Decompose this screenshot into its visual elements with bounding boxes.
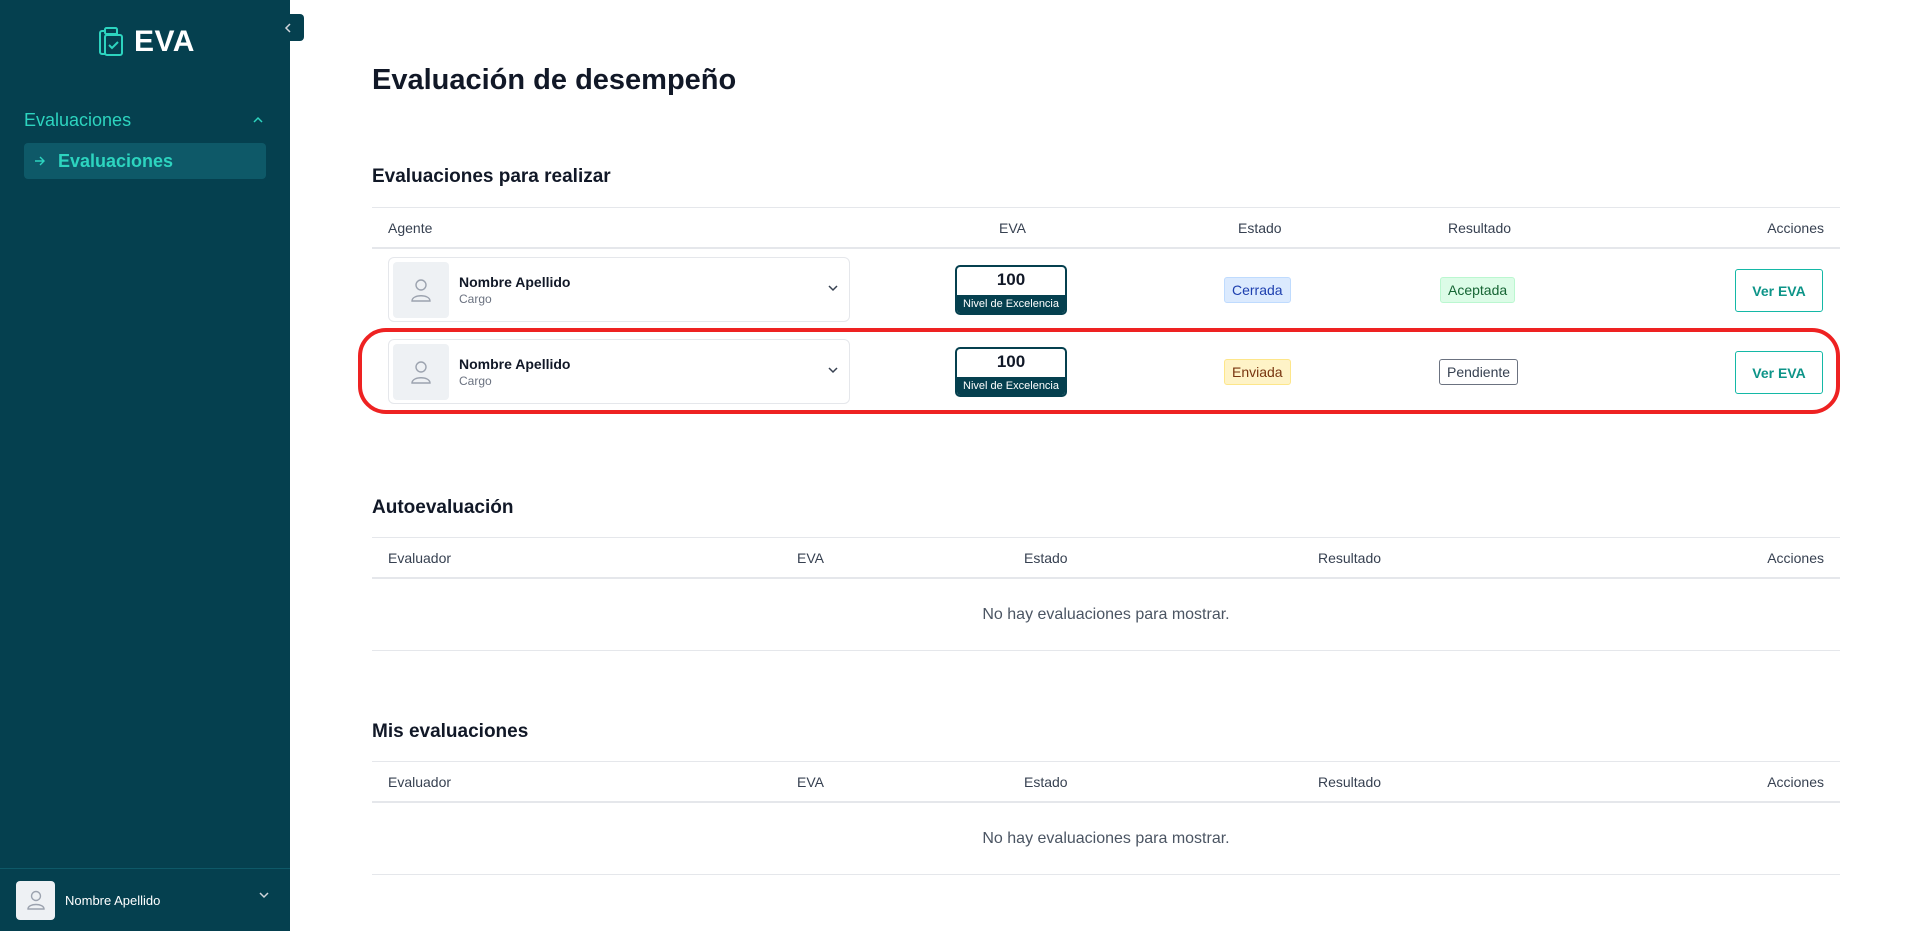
status-badge: Enviada (1224, 359, 1291, 385)
col-acciones: Acciones (1767, 774, 1824, 790)
table-para-realizar: Agente EVA Estado Resultado Acciones Nom… (372, 207, 1840, 413)
col-evaluador: Evaluador (388, 550, 452, 566)
col-estado: Estado (1238, 220, 1282, 236)
app-name: EVA (134, 25, 195, 58)
eva-score-badge: 100 Nivel de Excelencia (955, 265, 1067, 315)
status-badge: Cerrada (1224, 277, 1291, 303)
avatar (393, 343, 449, 400)
empty-state-message: No hay evaluaciones para mostrar. (372, 579, 1840, 651)
eva-score-badge: 100 Nivel de Excelencia (955, 347, 1067, 397)
agent-select[interactable]: Nombre Apellido Cargo (388, 257, 850, 322)
sidebar-collapse-button[interactable] (271, 14, 304, 41)
clipboard-check-icon (99, 27, 123, 56)
sidebar-item-label: Evaluaciones (58, 150, 174, 171)
section-title-para-realizar: Evaluaciones para realizar (372, 166, 611, 187)
table-header: Evaluador EVA Estado Resultado Acciones (372, 761, 1840, 803)
section-title-autoevaluacion: Autoevaluación (372, 497, 514, 518)
sidebar-item-evaluaciones[interactable]: Evaluaciones (24, 143, 266, 179)
user-icon (26, 890, 45, 910)
eva-level-label: Nivel de Excelencia (957, 377, 1065, 395)
user-icon (411, 360, 431, 384)
table-header: Evaluador EVA Estado Resultado Acciones (372, 537, 1840, 579)
agent-name: Nombre Apellido (459, 273, 571, 290)
eva-score: 100 (996, 270, 1026, 289)
avatar (393, 261, 449, 318)
col-acciones: Acciones (1767, 550, 1824, 566)
ver-eva-button[interactable]: Ver EVA (1735, 351, 1823, 394)
col-agente: Agente (388, 220, 433, 236)
chevron-left-icon (284, 22, 291, 33)
agent-select[interactable]: Nombre Apellido Cargo (388, 339, 850, 404)
avatar (16, 880, 55, 920)
col-eva: EVA (999, 220, 1026, 236)
col-acciones: Acciones (1767, 220, 1824, 236)
chevron-down-icon (828, 285, 838, 292)
table-header: Agente EVA Estado Resultado Acciones (372, 207, 1840, 249)
eva-level-label: Nivel de Excelencia (957, 295, 1065, 313)
col-resultado: Resultado (1448, 220, 1512, 236)
table-row: Nombre Apellido Cargo 100 Nivel de Excel… (372, 249, 1840, 331)
result-badge: Pendiente (1439, 359, 1519, 385)
table-mis-evaluaciones: Evaluador EVA Estado Resultado Acciones … (372, 761, 1840, 875)
app-logo[interactable]: EVA (98, 25, 195, 59)
col-estado: Estado (1024, 550, 1068, 566)
col-estado: Estado (1024, 774, 1068, 790)
agent-role: Cargo (459, 291, 492, 306)
chevron-down-icon (259, 892, 269, 899)
table-row: Nombre Apellido Cargo 100 Nivel de Excel… (372, 331, 1840, 413)
eva-score: 100 (996, 352, 1026, 371)
chevron-down-icon (828, 367, 838, 374)
agent-role: Cargo (459, 373, 492, 388)
col-resultado: Resultado (1318, 550, 1382, 566)
ver-eva-button[interactable]: Ver EVA (1735, 269, 1823, 312)
col-evaluador: Evaluador (388, 774, 452, 790)
col-eva: EVA (797, 550, 824, 566)
col-resultado: Resultado (1318, 774, 1382, 790)
user-name: Nombre Apellido (65, 892, 161, 908)
sidebar-section-evaluaciones[interactable]: Evaluaciones (24, 108, 264, 132)
arrow-right-icon (35, 156, 45, 166)
agent-name: Nombre Apellido (459, 355, 571, 372)
table-autoevaluacion: Evaluador EVA Estado Resultado Acciones … (372, 537, 1840, 651)
result-badge: Aceptada (1440, 277, 1516, 303)
empty-state-message: No hay evaluaciones para mostrar. (372, 803, 1840, 875)
col-eva: EVA (797, 774, 824, 790)
user-icon (411, 278, 431, 302)
chevron-up-icon (253, 116, 263, 123)
page-title: Evaluación de desempeño (372, 64, 737, 96)
sidebar: EVA Evaluaciones Evaluaciones Nombre Ape… (0, 0, 290, 931)
sidebar-section-label: Evaluaciones (24, 109, 132, 130)
section-title-mis-evaluaciones: Mis evaluaciones (372, 721, 529, 742)
user-menu[interactable]: Nombre Apellido (0, 868, 290, 931)
